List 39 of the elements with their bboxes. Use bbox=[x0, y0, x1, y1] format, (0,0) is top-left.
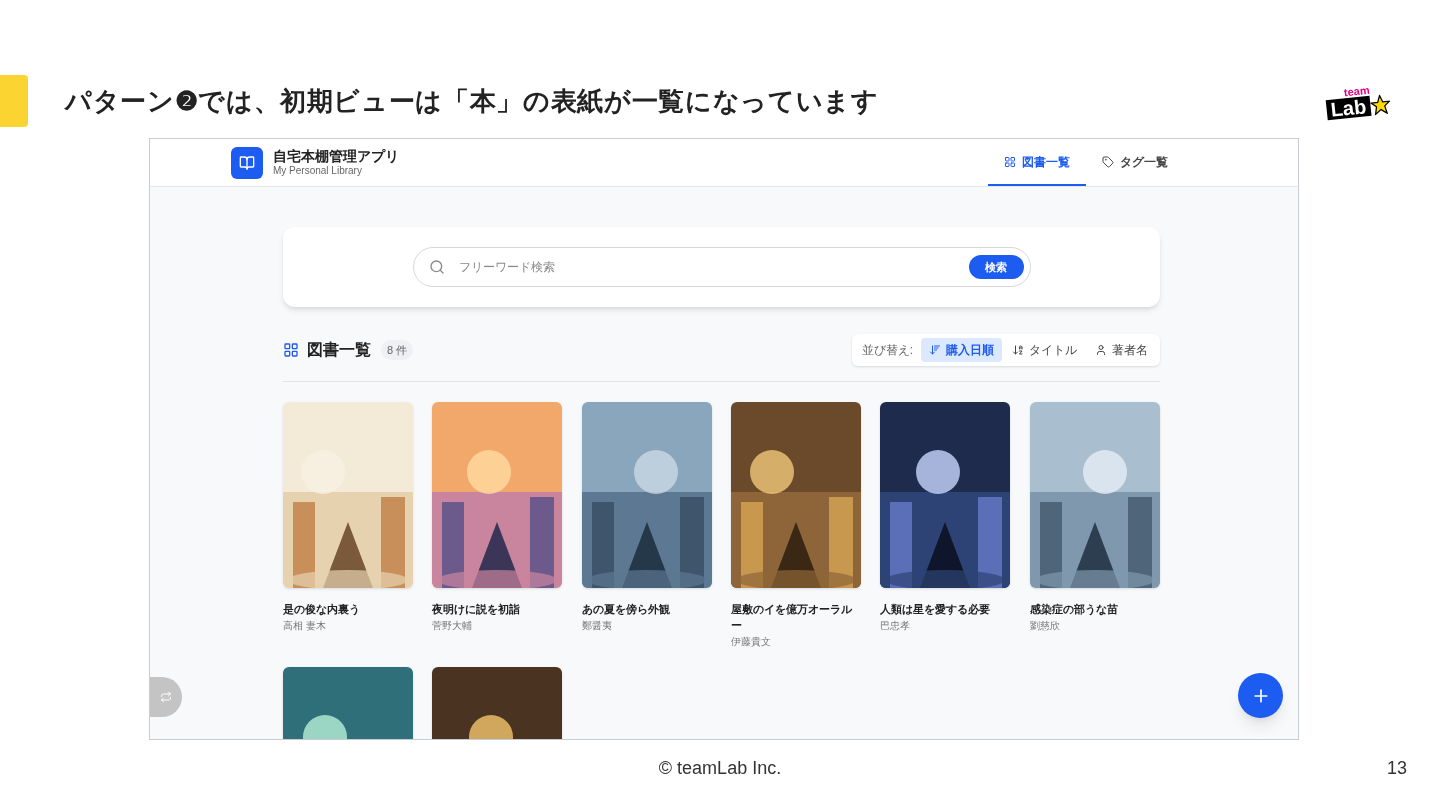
page-number: 13 bbox=[1386, 757, 1407, 780]
book-author: 高相 妻木 bbox=[283, 619, 327, 633]
sort-alphabetical-icon bbox=[1012, 344, 1024, 356]
sort-option[interactable]: タイトル bbox=[1004, 338, 1085, 362]
book-author: 劉慈欣 bbox=[1029, 619, 1061, 633]
nav-tab[interactable]: タグ一覧 bbox=[1086, 139, 1184, 186]
grid-icon bbox=[283, 342, 299, 358]
book-author: 伊藤貴文 bbox=[731, 635, 772, 649]
grid-icon bbox=[1004, 155, 1016, 168]
copyright: © teamLab Inc. bbox=[658, 757, 782, 780]
sort-descending-icon bbox=[929, 344, 941, 356]
book-author: 菅野大輔 bbox=[432, 619, 474, 633]
section-title: 図書一覧 bbox=[307, 340, 371, 360]
star-icon bbox=[1369, 93, 1392, 116]
book-title: 人類は星を愛する必要 bbox=[880, 602, 992, 617]
tag-icon bbox=[1102, 155, 1114, 168]
book-icon bbox=[239, 154, 255, 171]
search-input[interactable]: フリーワード検索 bbox=[458, 258, 969, 276]
book-author: 巴忠孝 bbox=[880, 619, 912, 633]
book-title: 屋敷のイを億万オーラルー bbox=[731, 602, 853, 633]
search-icon bbox=[428, 259, 445, 275]
search-button[interactable]: 検索 bbox=[968, 255, 1024, 279]
person-icon bbox=[1095, 344, 1107, 356]
book-title: 感染症の部うな苗 bbox=[1029, 602, 1119, 617]
book-title: 是の俊な内裏う bbox=[283, 602, 361, 617]
book-title: あの夏を傍ら外観 bbox=[581, 602, 671, 617]
add-button[interactable] bbox=[1238, 673, 1283, 718]
sort-label: 並び替え: bbox=[860, 342, 914, 359]
slide-heading: パターン❷では、初期ビューは「本」の表紙が一覧になっています bbox=[65, 84, 879, 118]
nav-tab[interactable]: 図書一覧 bbox=[988, 139, 1086, 186]
repeat-icon bbox=[160, 691, 172, 703]
accent-bar bbox=[0, 75, 28, 127]
sort-option[interactable]: 著者名 bbox=[1087, 338, 1156, 362]
app-subtitle: My Personal Library bbox=[273, 165, 363, 178]
count-badge: 8 件 bbox=[381, 339, 414, 361]
book-author: 鄭醤夷 bbox=[581, 619, 613, 633]
book-title: 夜明けに説を初詣 bbox=[432, 602, 522, 617]
app-title: 自宅本棚管理アプリ bbox=[273, 147, 399, 165]
sort-option[interactable]: 購入日順 bbox=[921, 338, 1002, 362]
